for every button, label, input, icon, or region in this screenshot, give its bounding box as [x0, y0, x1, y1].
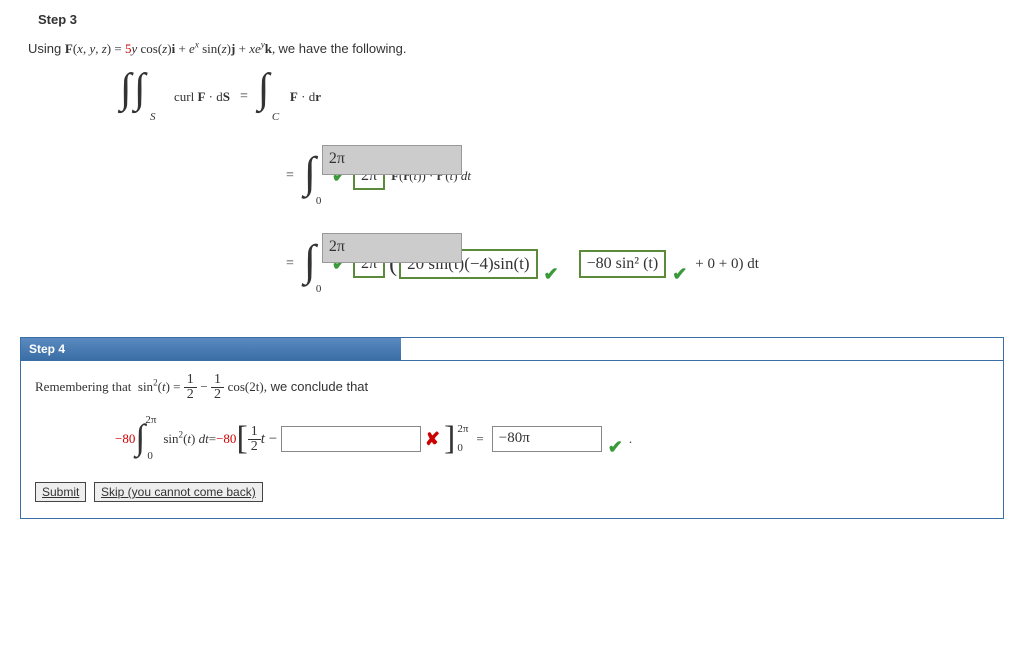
eq-row-stokes: ∫∫ S curl F · dS = ∫ C F · dr	[120, 67, 1004, 127]
coef-neg80: −80	[115, 431, 135, 447]
x-icon: ✘	[425, 429, 440, 450]
int-box-2: ∫ 0 2π	[304, 233, 326, 295]
step4-prompt-post: we conclude that	[271, 379, 369, 394]
bracket-eval: [ 12 t − ✘ ] 2π 0	[236, 424, 468, 454]
antiderivative-input[interactable]	[281, 426, 421, 452]
int-lower-1: 0	[316, 195, 322, 207]
minus: −	[200, 379, 211, 394]
frac-half-1: 12	[184, 373, 197, 402]
int-box-1: ∫ 0 2π	[304, 145, 326, 207]
button-row: Submit Skip (you cannot come back)	[35, 482, 989, 502]
equals-2: =	[286, 168, 294, 184]
int-upper-3: 2π	[145, 414, 156, 426]
step4-equation: −80 ∫ 0 2π sin2(t) dt = −80 [ 12 t − ✘ ]	[115, 416, 989, 462]
upper-limit-val-1: 2π	[329, 150, 345, 168]
int-lower-3: 0	[147, 450, 153, 462]
equals-5: =	[476, 431, 483, 447]
equals-4: =	[209, 431, 216, 447]
eval-limits: 2π 0	[457, 424, 468, 454]
step4-prompt-pre: Remembering that sin2(t) =	[35, 379, 184, 394]
int-lower-2: 0	[316, 283, 322, 295]
int-sub-s: S	[150, 111, 156, 123]
equals-3: =	[286, 256, 294, 272]
page: Step 3 Using F(x, y, z) = 5y cos(z)i + e…	[0, 0, 1024, 669]
cos2t: cos(2t),	[228, 379, 267, 394]
period: .	[629, 431, 632, 447]
step3-prompt: Using F(x, y, z) = 5y cos(z)i + ex sin(z…	[28, 41, 1004, 57]
check-icon: ✔	[608, 437, 623, 458]
equals-1: =	[240, 89, 248, 105]
surface-integral-icon: ∫∫ S	[120, 73, 170, 121]
lim-bot: 0	[457, 443, 468, 454]
line-integral-icon: ∫ C	[258, 73, 286, 121]
integrand: sin2(t) dt	[163, 431, 208, 447]
int-sub-c: C	[272, 111, 279, 123]
check-icon: ✔	[544, 264, 559, 285]
step4-prompt: Remembering that sin2(t) = 12 − 12 cos(2…	[35, 373, 989, 402]
step3-heading: Step 3	[38, 12, 986, 27]
final-answer-input[interactable]: −80π	[492, 426, 602, 452]
eq-row-expanded: = ∫ 0 2π ✔ 2π ( 20 sin(t)(−4)sin(t) ✔ −8…	[276, 225, 1004, 303]
upper-limit-val-2: 2π	[329, 238, 345, 256]
F-dr: F · dr	[290, 89, 321, 105]
step4-body: Remembering that sin2(t) = 12 − 12 cos(2…	[21, 360, 1003, 518]
frac-half-t: 12	[248, 425, 261, 454]
step4-header-bar: Step 4	[21, 338, 1003, 360]
coef-neg80-b: −80	[216, 431, 236, 447]
lim-top: 2π	[457, 424, 468, 435]
skip-button[interactable]: Skip (you cannot come back)	[94, 482, 263, 502]
eq-row-param: = ∫ 0 2π ✔ 2π F(r(t)) · r′(t) dt	[276, 137, 1004, 215]
upper-limit-input-2[interactable]: 2π	[322, 233, 462, 263]
prompt-post: we have the following.	[279, 41, 407, 56]
check-icon: ✔	[672, 264, 687, 285]
def-int-icon-3: ∫ 0 2π	[135, 416, 161, 462]
vector-field-def: F(x, y, z) = 5y cos(z)i + ex sin(z)j + x…	[65, 41, 279, 56]
prompt-pre: Using	[28, 41, 65, 56]
submit-button[interactable]: Submit	[35, 482, 86, 502]
upper-limit-input-1[interactable]: 2π	[322, 145, 462, 175]
step4-panel: Step 4 Remembering that sin2(t) = 12 − 1…	[20, 337, 1004, 519]
tail-2: + 0 + 0) dt	[695, 256, 759, 273]
curl-F-dS: curl F · dS	[174, 89, 230, 105]
frac-half-2: 12	[211, 373, 224, 402]
answer-box-2c: −80 sin² (t)	[579, 250, 667, 278]
step4-heading: Step 4	[21, 338, 401, 360]
